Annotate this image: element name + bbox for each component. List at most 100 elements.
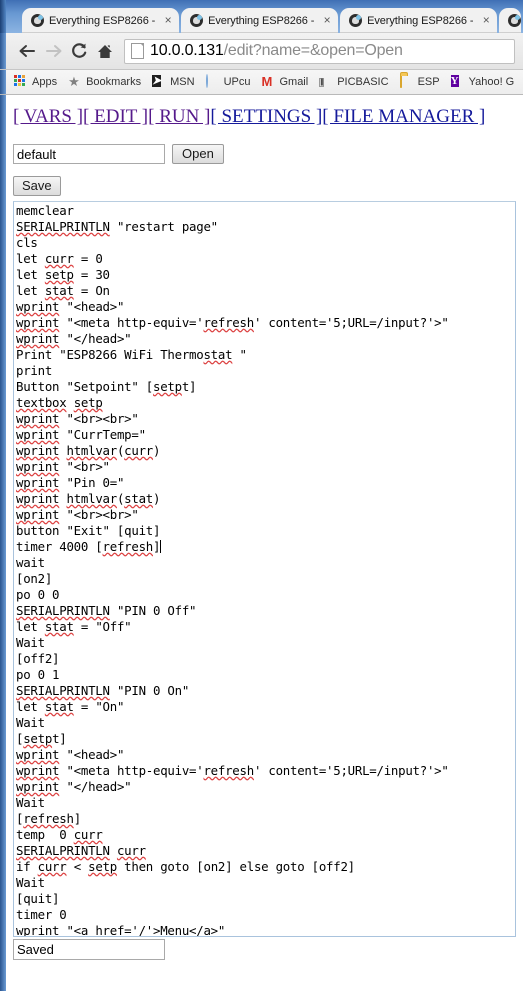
code-line: SERIALPRINTLN curr	[16, 843, 515, 859]
bookmark-label: MSN	[170, 76, 195, 88]
bookmark-picbasic[interactable]: ||| PICBASIC	[319, 75, 389, 89]
code-line: wprint "<meta http-equiv='refresh' conte…	[16, 315, 449, 330]
back-button[interactable]	[14, 38, 40, 64]
upcu-icon	[205, 74, 220, 89]
spellcheck-word: wprint	[16, 411, 60, 426]
spellcheck-word: refresh	[203, 315, 254, 330]
browser-tab-1[interactable]: Everything ESP8266 - ×	[22, 8, 180, 33]
code-line: wprint "<br>"	[16, 459, 110, 474]
status-input[interactable]	[13, 939, 165, 960]
page-document-icon	[131, 43, 144, 59]
code-line: [setpt]	[16, 731, 67, 746]
browser-toolbar: 10.0.0.131/edit?name=&open=Open	[0, 33, 523, 70]
code-line: temp 0 curr	[16, 827, 103, 842]
open-button[interactable]: Open	[172, 144, 224, 164]
code-line: cls	[16, 235, 38, 250]
nav-link-file-manager[interactable]: [ FILE MANAGER ]	[322, 106, 485, 127]
spellcheck-word: wprint	[16, 779, 60, 794]
code-line: let curr = 0	[16, 251, 103, 266]
spellcheck-word: stat	[124, 491, 154, 506]
page-nav-links: [ VARS ][ EDIT ][ RUN ][ SETTINGS ][ FIL…	[0, 95, 523, 128]
code-line: [on2]	[16, 571, 53, 586]
address-bar[interactable]: 10.0.0.131/edit?name=&open=Open	[124, 38, 515, 64]
bookmark-msn[interactable]: ➤ MSN	[152, 75, 195, 89]
browser-tab-2[interactable]: Everything ESP8266 - ×	[181, 8, 339, 33]
esp8266-favicon	[190, 14, 204, 27]
bookmark-gmail[interactable]: M Gmail	[261, 75, 308, 89]
spellcheck-word: setp	[153, 379, 182, 394]
code-line: Wait	[16, 715, 45, 730]
code-line: print	[16, 363, 53, 378]
close-icon[interactable]: ×	[479, 13, 493, 28]
bookmark-bookmarks[interactable]: ★ Bookmarks	[68, 75, 141, 89]
code-line: wprint htmlvar(curr)	[16, 443, 161, 458]
reload-button[interactable]	[66, 38, 92, 64]
code-line: Print "ESP8266 WiFi Thermostat "	[16, 347, 247, 362]
code-line: wait	[16, 555, 45, 570]
bookmark-label: PICBASIC	[337, 76, 389, 88]
yahoo-y-icon: Y	[450, 75, 459, 87]
browser-tab-4[interactable]	[499, 8, 521, 33]
spellcheck-word: wprint	[16, 491, 60, 506]
bookmark-apps[interactable]: Apps	[14, 75, 57, 89]
close-icon[interactable]: ×	[320, 13, 334, 28]
code-line: wprint "<head>"	[16, 747, 125, 762]
spellcheck-word: curr	[124, 443, 154, 458]
bookmark-label: Apps	[32, 76, 58, 88]
code-line: wprint "<br><br>"	[16, 507, 139, 522]
gmail-m-icon: M	[261, 74, 273, 89]
spellcheck-word: wprint	[16, 459, 60, 474]
spellcheck-word: curr	[116, 843, 146, 858]
home-button[interactable]	[92, 38, 118, 64]
forward-button[interactable]	[40, 38, 66, 64]
bookmark-label: Bookmarks	[86, 76, 142, 88]
tab-strip: Everything ESP8266 - × Everything ESP826…	[0, 7, 523, 33]
folder-icon	[399, 74, 414, 89]
esp8266-favicon	[31, 14, 44, 27]
code-line: po 0 1	[16, 667, 60, 682]
code-line: wprint "CurrTemp="	[16, 427, 146, 442]
save-row: Save	[0, 164, 523, 196]
filename-input[interactable]	[13, 144, 165, 164]
nav-link-run[interactable]: [ RUN ]	[148, 106, 210, 127]
code-line: Wait	[16, 875, 45, 890]
code-line: wprint "<meta http-equiv='refresh' conte…	[16, 763, 449, 778]
spellcheck-word: refresh	[203, 763, 254, 778]
save-button[interactable]: Save	[13, 176, 61, 196]
spellcheck-word: SERIALPRINTLN	[16, 219, 110, 234]
spellcheck-word: stat	[44, 699, 74, 714]
code-line: timer 0	[16, 907, 67, 922]
tab-strip-area: Everything ESP8266 - × Everything ESP826…	[0, 0, 523, 33]
spellcheck-word: setp	[44, 267, 74, 282]
status-row	[0, 937, 523, 960]
spellcheck-word: SERIALPRINTLN	[16, 683, 110, 698]
code-line: let setp = 30	[16, 267, 110, 282]
spellcheck-word: curr	[37, 859, 67, 874]
spellcheck-word: wprint	[16, 763, 60, 778]
nav-link-edit[interactable]: [ EDIT ]	[83, 106, 148, 127]
code-line: [refresh]	[16, 811, 81, 826]
spellcheck-word: curr	[44, 251, 74, 266]
code-textarea[interactable]: memclear SERIALPRINTLN "restart page" cls l…	[13, 201, 516, 937]
bookmark-upcu[interactable]: UPcu	[205, 74, 250, 89]
code-line: let stat = "Off"	[16, 619, 132, 634]
code-line: SERIALPRINTLN "restart page"	[16, 219, 218, 234]
nav-link-settings[interactable]: [ SETTINGS ]	[210, 106, 322, 127]
bookmark-esp[interactable]: ESP	[399, 74, 440, 89]
bookmark-yahoo[interactable]: Y Yahoo! G	[450, 75, 514, 89]
apps-grid-icon	[14, 75, 28, 89]
nav-link-vars[interactable]: [ VARS ]	[13, 106, 83, 127]
url-path: /edit?name=&open=Open	[223, 42, 403, 59]
spellcheck-word: SERIALPRINTLN	[16, 603, 110, 618]
back-arrow-icon	[18, 43, 37, 59]
spellcheck-word: htmlvar	[66, 443, 117, 458]
home-icon	[96, 43, 114, 60]
close-icon[interactable]: ×	[161, 13, 175, 28]
spellcheck-word: wprint	[16, 923, 60, 937]
code-line: Button "Setpoint" [setpt]	[16, 379, 197, 394]
address-bar-url: 10.0.0.131/edit?name=&open=Open	[150, 42, 403, 60]
code-line: timer 4000 [refresh]	[16, 539, 162, 554]
code-line: SERIALPRINTLN "PIN 0 Off"	[16, 603, 197, 618]
code-line: memclear	[16, 203, 74, 218]
browser-tab-3[interactable]: Everything ESP8266 - ×	[340, 8, 498, 33]
